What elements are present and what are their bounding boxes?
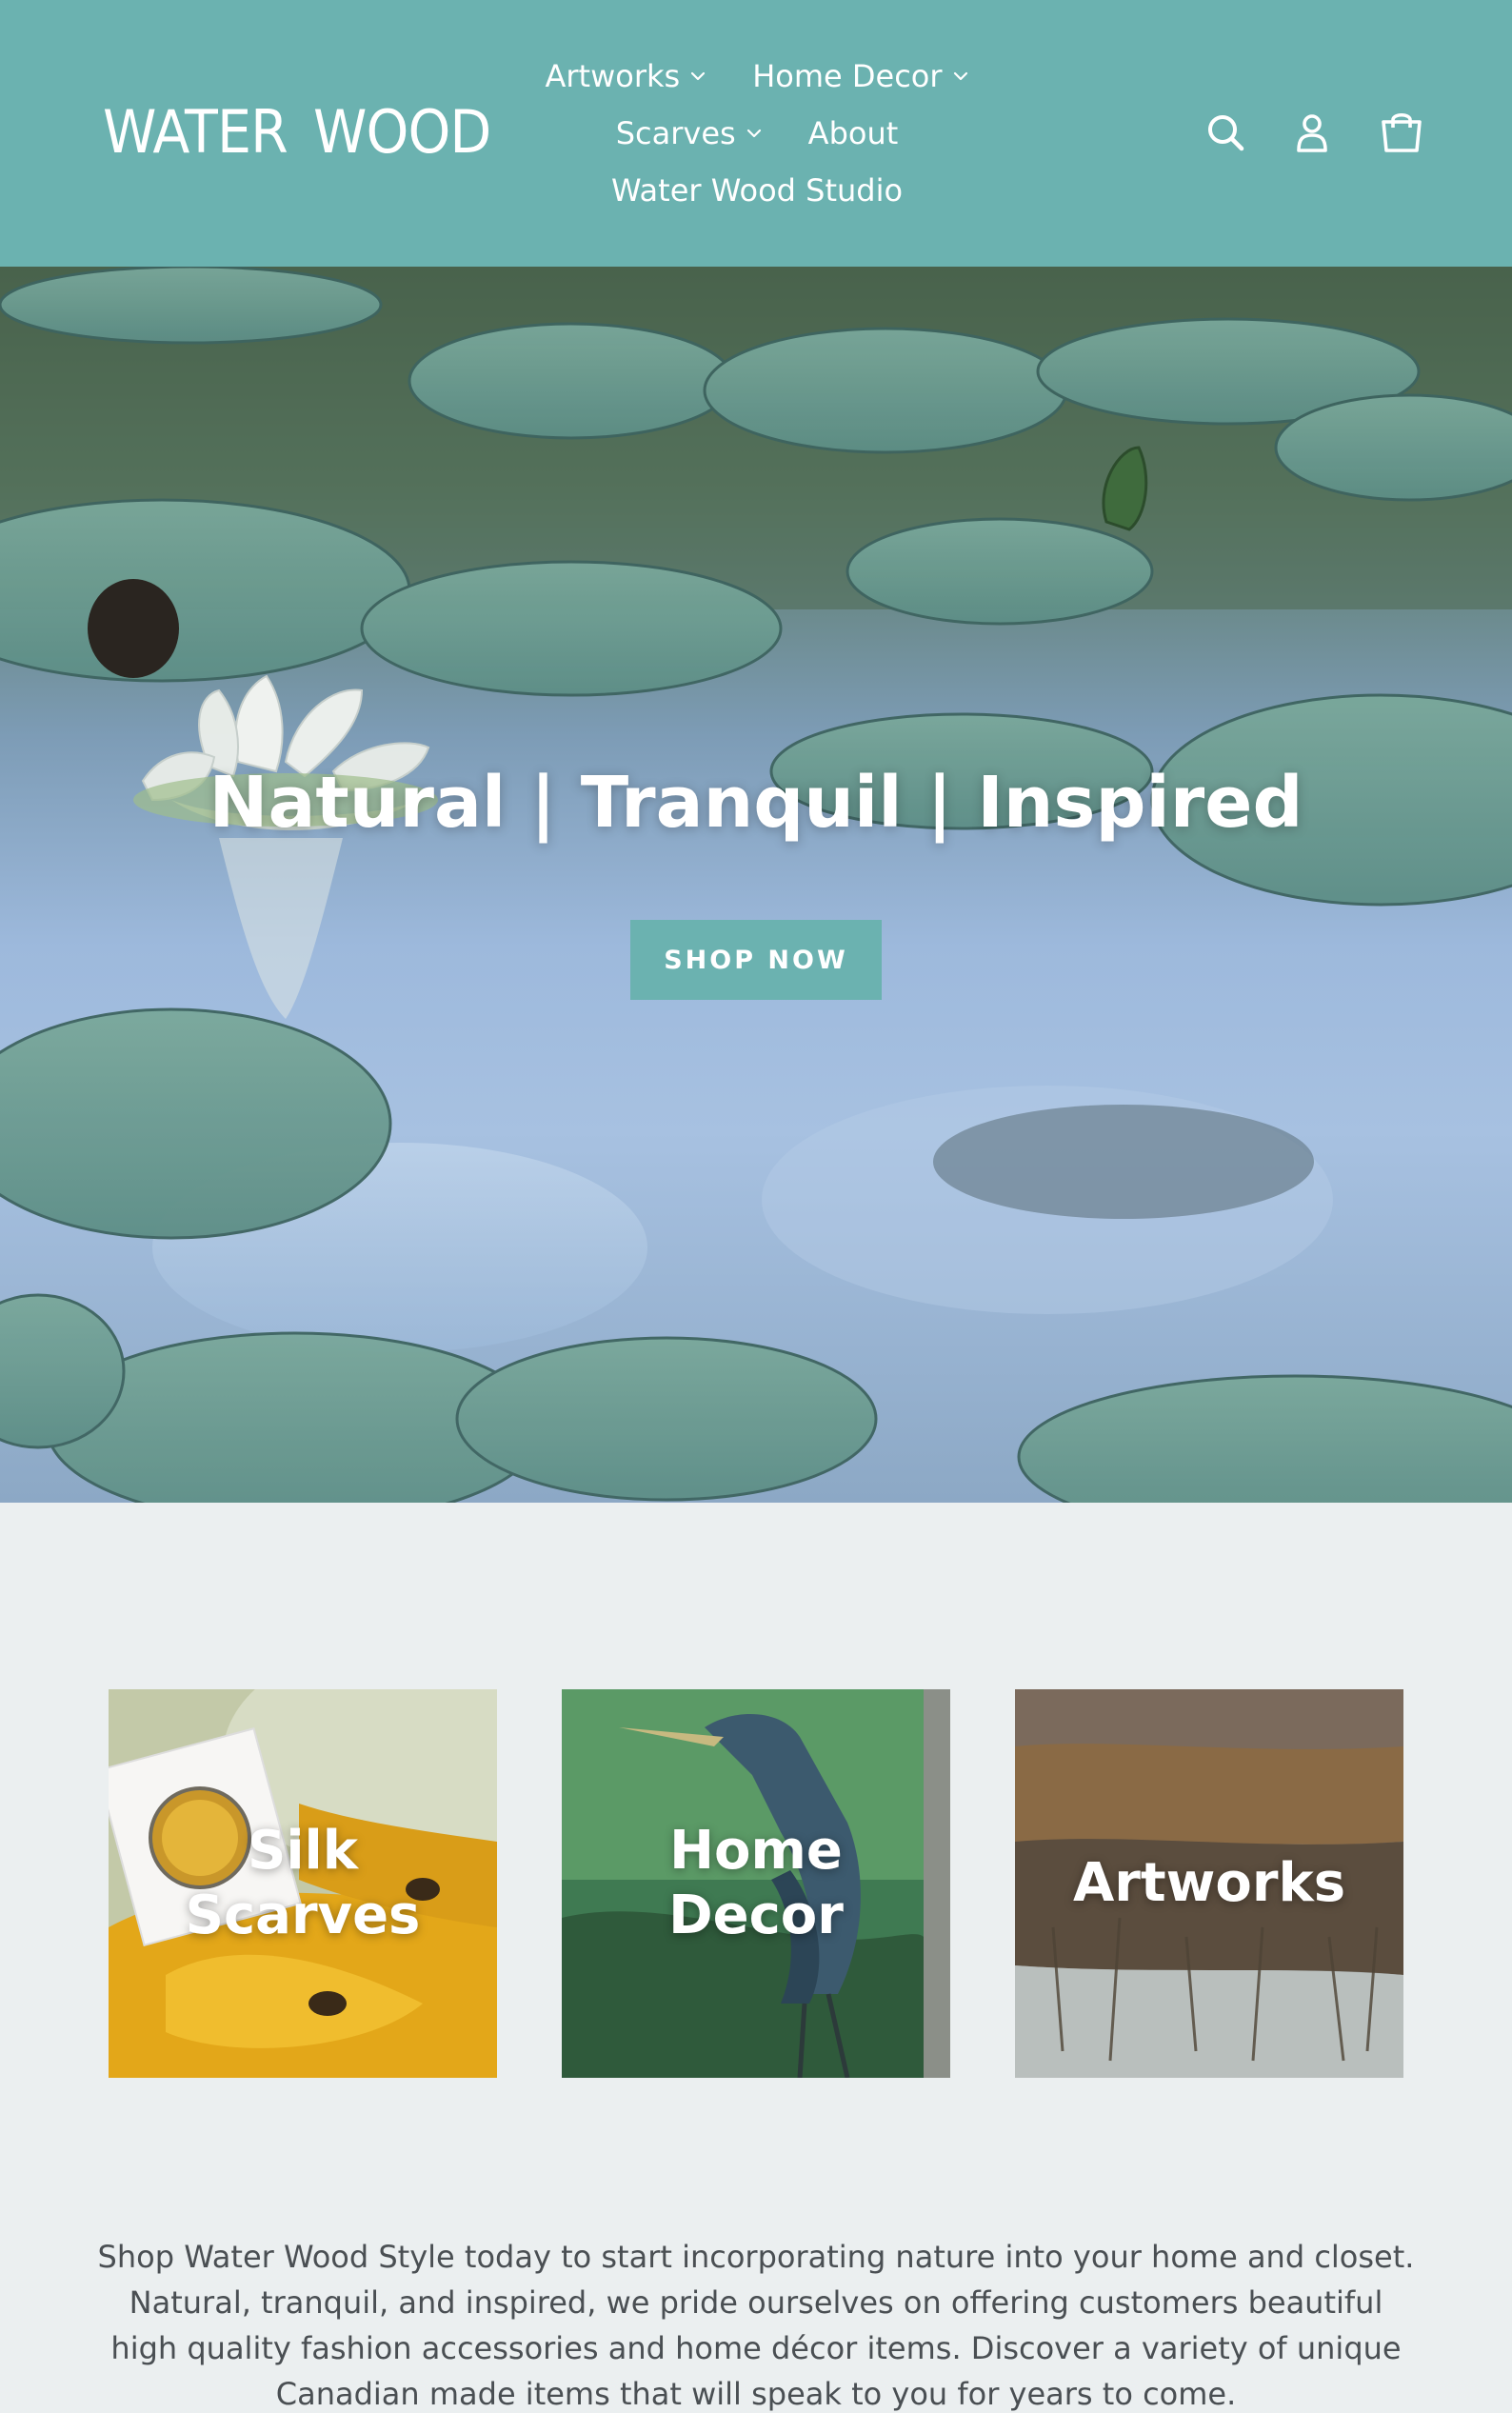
nav-item-home-decor[interactable]: Home Decor [752,55,968,97]
hero-banner: Natural | Tranquil | Inspired SHOP NOW [0,267,1512,1503]
cart-button[interactable] [1375,107,1428,160]
nav-item-label: Artworks [545,58,681,94]
nav-item-label: Home Decor [752,58,943,94]
search-icon [1200,107,1253,160]
chevron-down-icon [689,68,706,85]
collection-label: Artworks [1072,1852,1346,1914]
account-icon [1285,107,1339,160]
nav-row: Water Wood Studio [476,170,1038,211]
collection-label: Home Decor [668,1820,844,1946]
collection-tile-home-decor[interactable]: Home Decor [562,1689,950,2078]
shop-now-button[interactable]: SHOP NOW [630,920,882,1000]
intro-paragraph: Shop Water Wood Style today to start inc… [97,2239,1415,2412]
nav-item-artworks[interactable]: Artworks [545,55,706,97]
featured-collections: Silk Scarves Home Decor Artworks [0,1503,1512,2169]
nav-item-label: Water Wood Studio [610,172,904,209]
hero-pond-image [0,267,1512,1503]
search-button[interactable] [1200,107,1253,160]
collection-tile-artworks[interactable]: Artworks [1015,1689,1403,2078]
nav-item-water-wood-studio[interactable]: Water Wood Studio [611,170,903,211]
nav-row: Artworks Home Decor [476,55,1038,97]
collection-label: Silk Scarves [185,1820,421,1946]
hero-title: Natural | Tranquil | Inspired [209,762,1303,844]
account-button[interactable] [1285,107,1339,160]
cart-icon [1375,107,1428,160]
site-header: WATER WOOD Artworks Home Decor Scarves A… [0,0,1512,267]
header-icons [0,107,1512,160]
chevron-down-icon [952,68,969,85]
water-lily [133,674,438,1019]
collection-tile-silk-scarves[interactable]: Silk Scarves [109,1689,497,2078]
